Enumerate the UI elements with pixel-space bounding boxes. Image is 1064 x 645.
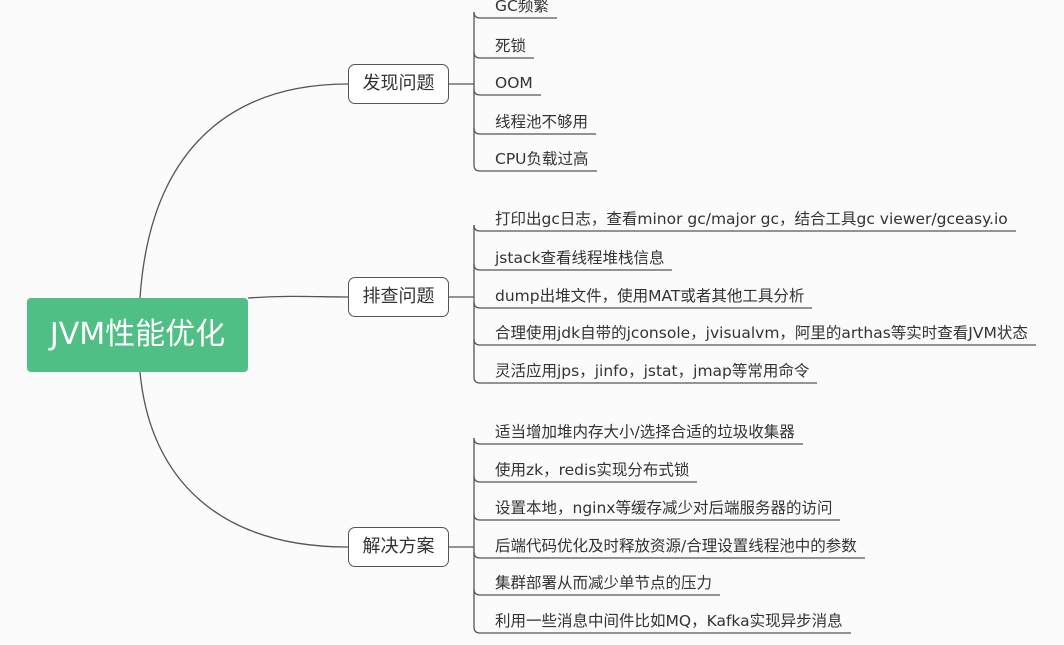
leaf-discover-3[interactable]: OOM	[495, 73, 533, 93]
spine-diagnose	[473, 225, 481, 384]
connector-root-diagnose	[247, 295, 349, 299]
leaf-solution-2[interactable]: 使用zk，redis实现分布式锁	[495, 460, 689, 480]
spine-solution	[473, 438, 481, 634]
leaf-diagnose-5[interactable]: 灵活应用jps，jinfo，jstat，jmap等常用命令	[495, 361, 809, 381]
elbow-solution-1	[473, 437, 481, 445]
root-node[interactable]: JVM性能优化	[27, 298, 248, 372]
connector-root-solution	[139, 371, 349, 548]
branch-node-discover[interactable]: 发现问题	[348, 64, 449, 104]
leaf-diagnose-1[interactable]: 打印出gc日志，查看minor gc/major gc，结合工具gc viewe…	[495, 209, 1008, 229]
elbow-discover-4	[473, 127, 481, 135]
elbow-diagnose-3	[473, 301, 481, 309]
elbow-diagnose-4	[473, 338, 481, 346]
leaf-solution-6[interactable]: 利用一些消息中间件比如MQ，Kafka实现异步消息	[495, 611, 843, 631]
leaf-discover-2[interactable]: 死锁	[495, 36, 526, 56]
leaf-diagnose-3[interactable]: dump出堆文件，使用MAT或者其他工具分析	[495, 286, 804, 306]
elbow-solution-2	[473, 475, 481, 483]
leaf-solution-3[interactable]: 设置本地，nginx等缓存减少对后端服务器的访问	[495, 498, 832, 518]
elbow-discover-3	[473, 88, 481, 96]
leaf-discover-4[interactable]: 线程池不够用	[495, 112, 588, 132]
connector-root-discover	[139, 83, 349, 299]
branch-node-solution[interactable]: 解决方案	[348, 527, 449, 567]
leaf-discover-1[interactable]: GC频繁	[495, 0, 549, 16]
elbow-diagnose-1	[473, 224, 481, 232]
elbow-discover-1	[473, 11, 481, 19]
leaf-solution-4[interactable]: 后端代码优化及时释放资源/合理设置线程池中的参数	[495, 536, 857, 556]
leaf-diagnose-4[interactable]: 合理使用jdk自带的jconsole，jvisualvm，阿里的arthas等实…	[495, 323, 1028, 343]
leaf-solution-1[interactable]: 适当增加堆内存大小/选择合适的垃圾收集器	[495, 422, 795, 442]
elbow-diagnose-2	[473, 263, 481, 271]
elbow-solution-3	[473, 513, 481, 521]
leaf-solution-5[interactable]: 集群部署从而减少单节点的压力	[495, 573, 712, 593]
leaf-diagnose-2[interactable]: jstack查看线程堆栈信息	[495, 248, 664, 268]
elbow-solution-4	[473, 551, 481, 559]
leaf-discover-5[interactable]: CPU负载过高	[495, 149, 589, 169]
branch-node-diagnose[interactable]: 排查问题	[348, 277, 449, 317]
elbow-discover-2	[473, 51, 481, 59]
elbow-solution-5	[473, 588, 481, 596]
